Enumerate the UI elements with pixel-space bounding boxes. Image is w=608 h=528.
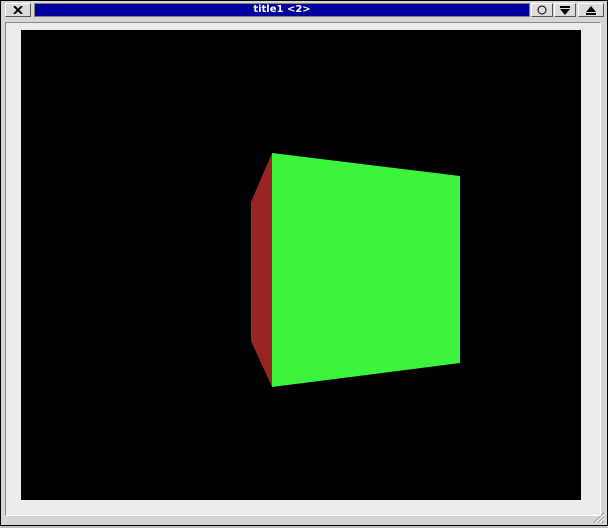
maximize-button[interactable] (578, 3, 604, 17)
resize-grip-icon (593, 512, 605, 524)
close-x-icon (13, 6, 23, 14)
iconify-button[interactable] (531, 3, 553, 17)
app-window: title1 <2> (0, 0, 608, 526)
title-bar[interactable]: title1 <2> (1, 1, 607, 19)
window-title-area[interactable]: title1 <2> (34, 3, 530, 17)
shade-button[interactable] (554, 3, 576, 17)
circle-icon (537, 5, 547, 15)
shade-down-icon (560, 5, 570, 15)
cube-front-face (272, 153, 460, 387)
gl-canvas[interactable] (21, 30, 581, 500)
window-title: title1 <2> (253, 4, 311, 15)
close-button[interactable] (5, 3, 31, 17)
resize-grip[interactable] (591, 509, 605, 524)
maximize-up-icon (586, 5, 596, 15)
